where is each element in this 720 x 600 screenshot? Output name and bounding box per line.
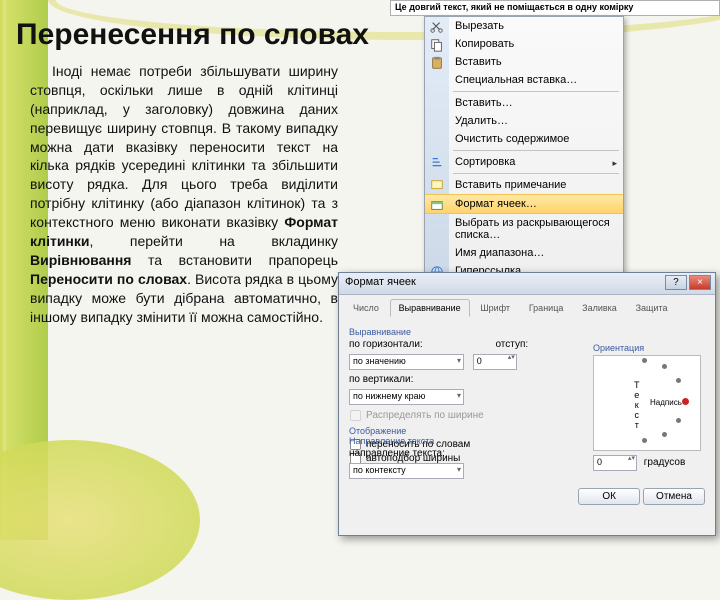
chevron-right-icon: ▸ [612, 158, 617, 169]
orientation-group: Ориентация Текст Надпись 0 градусов [593, 339, 705, 475]
dialog-titlebar[interactable]: Формат ячеек ? × [339, 273, 715, 295]
orientation-word: Надпись [650, 398, 682, 407]
body-p3: та встановити прапорець [131, 252, 338, 268]
ctx-insert-label: Вставить… [455, 97, 513, 109]
slide-body: Іноді немає потреби збільшувати ширину с… [30, 62, 338, 326]
format-cells-dialog: Формат ячеек ? × Число Выравнивание Шриф… [338, 272, 716, 536]
ctx-clear[interactable]: Очистить содержимое [425, 130, 623, 148]
ctx-sep-1 [453, 91, 619, 92]
format-cells-icon [429, 198, 445, 212]
ctx-delete-label: Удалить… [455, 115, 508, 127]
ctx-sep-3 [453, 173, 619, 174]
context-menu: Вырезать Копировать Вставить Специальная… [424, 16, 624, 281]
ctx-paste[interactable]: Вставить [425, 53, 623, 71]
ctx-format-cells[interactable]: Формат ячеек… [425, 194, 623, 214]
ctx-delete[interactable]: Удалить… [425, 112, 623, 130]
vertical-align-combo[interactable]: по нижнему краю [349, 389, 464, 405]
ctx-cut-label: Вырезать [455, 20, 504, 32]
slide-decor-blob [0, 440, 200, 600]
ctx-comment[interactable]: Вставить примечание [425, 176, 623, 194]
group-rtl: Направление текста [349, 436, 464, 446]
rtl-combo-value: по контексту [353, 465, 406, 475]
horizontal-align-combo[interactable]: по значению [349, 354, 464, 370]
indent-label: отступ: [495, 339, 528, 350]
indent-spinner[interactable]: 0 [473, 354, 517, 370]
dialog-close-button[interactable]: × [689, 275, 711, 290]
justify-label: Распределять по ширине [366, 410, 484, 421]
tab-protection[interactable]: Защита [628, 300, 676, 316]
formula-bar-text: Це довгий текст, який не поміщається в о… [390, 0, 720, 16]
vert-combo-value: по нижнему краю [353, 391, 425, 401]
comment-icon [429, 179, 445, 193]
ctx-sort[interactable]: Сортировка ▸ [425, 153, 623, 171]
sort-icon [429, 156, 445, 170]
orientation-selector[interactable]: Текст Надпись [593, 355, 701, 451]
body-b3: Переносити по словах [30, 271, 187, 287]
group-orientation: Ориентация [593, 343, 705, 353]
tab-border[interactable]: Граница [521, 300, 572, 316]
indent-value: 0 [477, 356, 482, 366]
group-alignment: Выравнивание [349, 327, 705, 337]
ctx-copy-label: Копировать [455, 38, 514, 50]
cut-icon [429, 20, 445, 34]
tab-fill[interactable]: Заливка [574, 300, 625, 316]
body-p1: Іноді немає потреби збільшувати ширину с… [30, 63, 338, 230]
tab-number[interactable]: Число [345, 300, 387, 316]
justify-distributed-checkbox [350, 410, 361, 421]
slide-title: Перенесення по словах [16, 18, 369, 52]
dialog-footer: ОК Отмена [578, 488, 705, 505]
horiz-combo-value: по значению [353, 356, 406, 366]
vert-label: по вертикали: [349, 374, 413, 385]
rtl-label: направление текста: [349, 448, 445, 459]
body-b2: Вирівнювання [30, 252, 131, 268]
paste-icon [429, 56, 445, 70]
ctx-sort-label: Сортировка [455, 156, 515, 168]
tab-alignment[interactable]: Выравнивание [390, 299, 470, 317]
cancel-button[interactable]: Отмена [643, 488, 705, 505]
body-p2: , перейти на вкладинку [90, 233, 339, 249]
dialog-tabs: Число Выравнивание Шрифт Граница Заливка… [339, 295, 715, 317]
ok-button[interactable]: ОК [578, 488, 640, 505]
ctx-copy[interactable]: Копировать [425, 35, 623, 53]
ctx-paste-label: Вставить [455, 56, 502, 68]
deg-label: градусов [644, 457, 685, 468]
ctx-pick-list[interactable]: Выбрать из раскрывающегося списка… [425, 214, 623, 244]
orientation-handle-icon[interactable] [682, 398, 689, 405]
ctx-sep-2 [453, 150, 619, 151]
ctx-comment-label: Вставить примечание [455, 179, 566, 191]
ctx-clear-label: Очистить содержимое [455, 133, 569, 145]
ctx-name-range[interactable]: Имя диапазона… [425, 244, 623, 262]
tab-font[interactable]: Шрифт [472, 300, 518, 316]
dialog-help-button[interactable]: ? [665, 275, 687, 290]
dialog-body: Выравнивание по горизонтали: отступ: по … [339, 317, 715, 513]
dialog-title: Формат ячеек [345, 276, 416, 288]
horiz-label: по горизонтали: [349, 339, 423, 350]
ctx-pick-label: Выбрать из раскрывающегося списка… [455, 217, 610, 241]
ctx-paste-special-label: Специальная вставка… [455, 74, 577, 86]
deg-value: 0 [597, 457, 602, 467]
ctx-insert[interactable]: Вставить… [425, 94, 623, 112]
ctx-paste-special[interactable]: Специальная вставка… [425, 71, 623, 89]
ctx-cut[interactable]: Вырезать [425, 17, 623, 35]
text-direction-combo[interactable]: по контексту [349, 463, 464, 479]
ctx-name-label: Имя диапазона… [455, 247, 544, 259]
orientation-degrees-spinner[interactable]: 0 [593, 455, 637, 471]
copy-icon [429, 38, 445, 52]
orientation-preview-text: Текст [634, 380, 640, 430]
ctx-format-label: Формат ячеек… [455, 198, 537, 210]
